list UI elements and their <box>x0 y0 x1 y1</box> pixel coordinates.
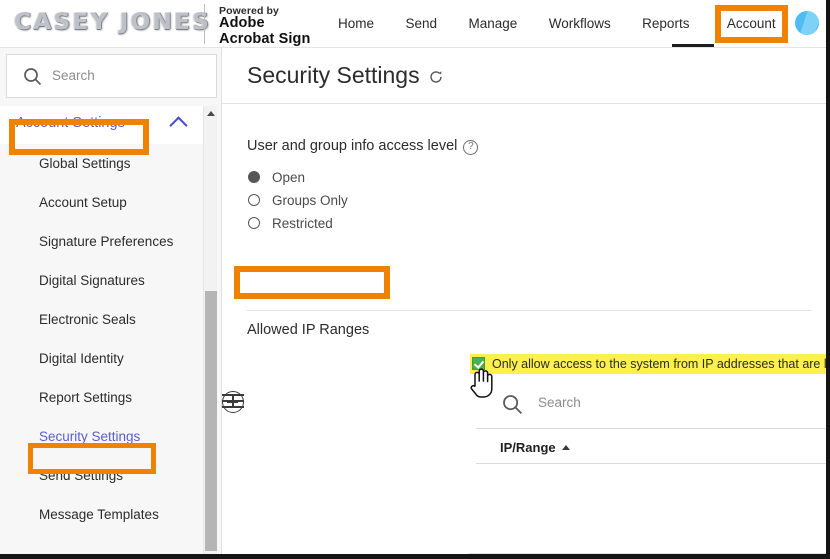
sidebar-item-account-setup[interactable]: Account Setup <box>0 183 208 222</box>
logo-divider <box>204 4 205 44</box>
sidebar-item-signature-preferences[interactable]: Signature Preferences <box>0 222 208 261</box>
section-divider-account-sharing <box>469 553 826 554</box>
access-level-help-icon[interactable]: ? <box>463 140 479 155</box>
sidebar-search-input[interactable]: Search <box>6 54 217 98</box>
sidebar-item-message-templates[interactable]: Message Templates <box>0 495 208 534</box>
nav-item-workflows[interactable]: Workflows <box>549 11 611 37</box>
sidebar-menu: Global Settings Account Setup Signature … <box>0 144 208 534</box>
hamburger-menu-icon[interactable] <box>222 394 244 410</box>
radio-option-open[interactable]: Open <box>248 166 348 189</box>
radio-option-groups-only[interactable]: Groups Only <box>248 189 348 212</box>
nav-item-account[interactable]: Account <box>714 5 788 43</box>
sidebar-section-label: Account Settings <box>16 115 125 131</box>
sidebar-item-report-settings[interactable]: Report Settings <box>0 378 208 417</box>
sidebar-item-electronic-seals[interactable]: Electronic Seals <box>0 300 208 339</box>
sidebar-item-global-settings[interactable]: Global Settings <box>0 144 208 183</box>
scroll-up-arrow-icon[interactable] <box>207 111 215 116</box>
nav-item-reports[interactable]: Reports <box>642 11 689 37</box>
only-allow-listed-ips-checkbox[interactable] <box>472 357 485 370</box>
sidebar-scrollbar[interactable] <box>203 106 217 554</box>
search-icon <box>23 67 42 91</box>
nav-item-manage[interactable]: Manage <box>468 11 517 37</box>
nav-active-underline <box>672 44 714 47</box>
sidebar-scrollbar-thumb[interactable] <box>205 291 217 551</box>
table-column-header-label: IP/Range <box>500 440 556 455</box>
chevron-up-icon[interactable] <box>169 116 188 135</box>
ip-range-search-input[interactable]: Search <box>498 389 808 419</box>
radio-label-open: Open <box>272 170 306 185</box>
top-navigation-bar: CASEY JONES Powered by Adobe Acrobat Sig… <box>0 0 826 48</box>
ip-range-search-placeholder: Search <box>538 395 581 410</box>
avatar[interactable] <box>795 11 819 35</box>
radio-indicator-open <box>248 171 260 183</box>
access-level-label: User and group info access level? <box>247 138 479 155</box>
sidebar-section-account-settings[interactable]: Account Settings <box>0 106 208 144</box>
radio-label-groups-only: Groups Only <box>272 193 348 208</box>
only-allow-listed-ips-label: Only allow access to the system from IP … <box>492 357 830 371</box>
sidebar-item-digital-identity[interactable]: Digital Identity <box>0 339 208 378</box>
radio-label-restricted: Restricted <box>272 216 333 231</box>
sidebar-item-security-settings[interactable]: Security Settings <box>0 417 208 456</box>
brand-line-acrobat-sign: Acrobat Sign <box>219 30 311 47</box>
sidebar: Search Account Settings Global Settings … <box>0 48 222 554</box>
access-level-text: User and group info access level <box>247 138 458 154</box>
access-level-radio-group: Open Groups Only Restricted <box>248 166 348 235</box>
adobe-acrobat-sign-window: CASEY JONES Powered by Adobe Acrobat Sig… <box>0 0 830 559</box>
table-header-bottom-divider <box>476 463 826 464</box>
sort-ascending-icon <box>561 445 570 450</box>
search-icon <box>502 394 523 420</box>
allowed-ip-ranges-label: Allowed IP Ranges <box>247 322 370 338</box>
sidebar-item-send-settings[interactable]: Send Settings <box>0 456 208 495</box>
brand-line-adobe: Adobe <box>219 15 265 31</box>
sidebar-item-digital-signatures[interactable]: Digital Signatures <box>0 261 208 300</box>
main-content: Security Settings User and group info ac… <box>222 48 826 554</box>
only-allow-listed-ips-checkbox-row[interactable]: Only allow access to the system from IP … <box>470 354 830 374</box>
radio-indicator-groups-only <box>248 194 260 206</box>
adobe-acrobat-sign-brand: Adobe Acrobat Sign <box>219 15 311 47</box>
sidebar-search-placeholder: Search <box>52 68 95 83</box>
casey-jones-logo: CASEY JONES <box>14 10 211 35</box>
radio-option-restricted[interactable]: Restricted <box>248 212 348 235</box>
main-nav: Home Send Manage Workflows Reports Accou… <box>338 5 788 43</box>
refresh-icon[interactable] <box>429 70 443 84</box>
page-title: Security Settings <box>247 62 420 88</box>
table-header-top-divider <box>476 428 826 429</box>
title-divider <box>222 103 826 104</box>
nav-item-send[interactable]: Send <box>405 11 437 37</box>
radio-indicator-restricted <box>248 217 260 229</box>
section-divider-ip-ranges <box>247 310 811 311</box>
table-column-header-ip-range[interactable]: IP/Range <box>500 440 570 455</box>
nav-item-home[interactable]: Home <box>338 11 374 37</box>
